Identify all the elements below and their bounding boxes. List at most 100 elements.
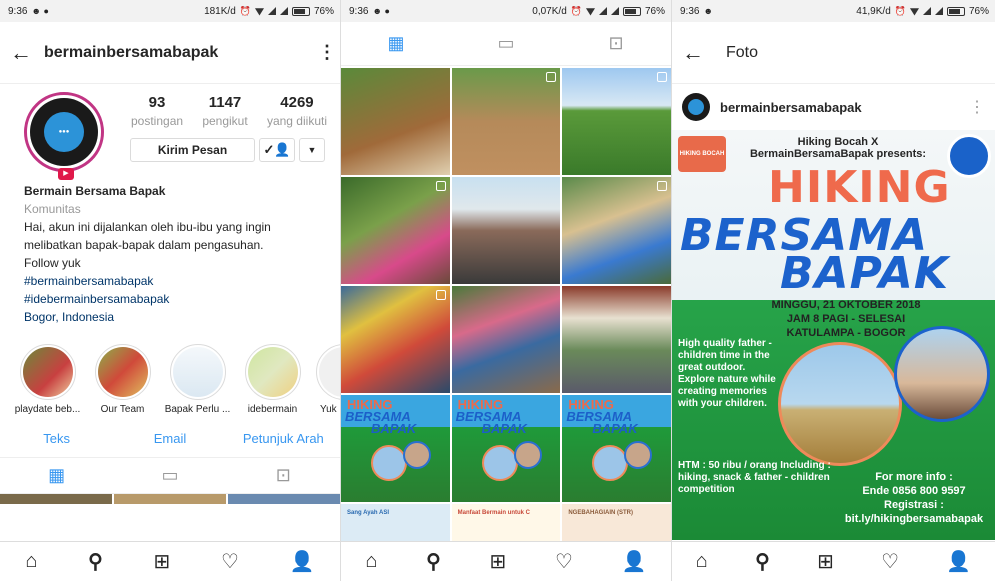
poster-info-title: For more info :	[875, 471, 953, 483]
battery-icon	[291, 6, 310, 16]
poster-price: HTM : 50 ribu / orang Including : hiking…	[678, 460, 831, 495]
post-thumbnail[interactable]: HIKING BERSAMA BAPAK	[451, 395, 561, 502]
highlight-item[interactable]: Bapak Perlu ...	[160, 344, 235, 420]
highlight-item[interactable]: idebermain	[235, 344, 310, 420]
stat-following-label: yang diikuti	[266, 114, 327, 128]
post-thumbnail[interactable]: Sang Ayah ASI	[341, 504, 450, 544]
feed-view-icon[interactable]: ▭	[451, 33, 561, 54]
status-bar: 9:36 ☻ ● 181K/d ⏰ 76%	[0, 0, 340, 22]
post-thumbnail[interactable]: HIKING BERSAMA BAPAK	[562, 395, 671, 502]
stat-posts-value: 93	[148, 94, 166, 111]
stat-following-value: 4269	[280, 94, 314, 111]
location-link[interactable]: Bogor, Indonesia	[24, 308, 316, 326]
poster-date-line: MINGGU, 21 OKTOBER 2018	[771, 299, 921, 311]
poster-photo	[624, 441, 653, 469]
profile-icon[interactable]: 👤	[622, 549, 647, 574]
email-link[interactable]: Email	[113, 431, 226, 446]
poster-text: BAPAK	[592, 421, 638, 436]
activity-heart-icon[interactable]: ♡	[221, 549, 239, 574]
more-options-icon[interactable]: ⋮	[969, 97, 985, 117]
post-thumbnail[interactable]	[562, 177, 671, 284]
profile-bio: Bermain Bersama Bapak Komunitas Hai, aku…	[0, 182, 340, 326]
grid-preview-strip	[0, 494, 340, 504]
grid-view-icon[interactable]: ▦	[0, 465, 113, 486]
post-thumbnail[interactable]	[451, 177, 561, 284]
post-thumbnail[interactable]	[341, 68, 450, 175]
battery-level: 76%	[313, 5, 334, 17]
home-icon[interactable]: ⌂	[365, 550, 377, 573]
add-post-icon[interactable]: ⊞	[490, 549, 507, 574]
wifi-icon	[909, 8, 919, 16]
tagged-icon[interactable]: ⊡	[227, 465, 340, 486]
poster-photo	[403, 441, 431, 469]
page-title: Foto	[726, 43, 759, 61]
poster-title-bapak: BAPAK	[780, 248, 949, 299]
highlight-label: Yuk	[320, 404, 337, 415]
bottom-nav: ⌂ ⚲ ⊞ ♡ 👤	[672, 541, 995, 581]
signal-icon	[267, 7, 276, 15]
post-username[interactable]: bermainbersamabapak	[720, 100, 969, 115]
post-thumbnail[interactable]	[562, 68, 671, 175]
more-options-icon[interactable]: ⋮	[318, 42, 336, 63]
profile-icon[interactable]: 👤	[946, 549, 971, 574]
activity-heart-icon[interactable]: ♡	[555, 549, 573, 574]
poster-text: BAPAK	[481, 421, 527, 436]
profile-screen: 9:36 ☻ ● 181K/d ⏰ 76% ← bermainbersamabapak…	[0, 0, 340, 581]
back-arrow-icon[interactable]: ←	[10, 40, 44, 66]
post-thumbnail[interactable]	[341, 177, 450, 284]
post-thumbnail[interactable]	[451, 286, 561, 393]
post-thumbnail[interactable]: Manfaat Bermain untuk C	[451, 504, 561, 544]
home-icon[interactable]: ⌂	[25, 550, 37, 573]
profile-tabs: ▦ ▭ ⊡	[341, 22, 671, 66]
battery-level: 76%	[968, 5, 989, 17]
stat-following[interactable]: 4269 yang diikuti	[267, 94, 327, 128]
battery-icon	[946, 6, 965, 16]
activity-heart-icon[interactable]: ♡	[881, 549, 899, 574]
stat-followers[interactable]: 1147 pengikut	[202, 94, 247, 128]
post-thumbnail[interactable]	[341, 286, 450, 393]
search-icon[interactable]: ⚲	[755, 549, 770, 574]
thumb-text: Sang Ayah ASI	[347, 510, 390, 516]
signal-icon	[279, 7, 288, 15]
profile-avatar[interactable]: ●●●	[24, 92, 104, 172]
poster-contact: For more info : Ende 0856 800 9597 Regis…	[834, 470, 994, 526]
post-thumbnail[interactable]	[562, 286, 671, 393]
tagged-icon[interactable]: ⊡	[561, 33, 671, 54]
hashtag-link[interactable]: #bermainbersamabapak	[24, 272, 316, 290]
post-header: ← Foto	[672, 22, 995, 84]
back-arrow-icon[interactable]: ←	[682, 40, 726, 66]
profile-icon[interactable]: 👤	[290, 549, 315, 574]
hashtag-link[interactable]: #idebermainbersamabapak	[24, 290, 316, 308]
stat-posts[interactable]: 93 postingan	[131, 94, 183, 128]
igtv-icon[interactable]: ▶	[58, 168, 74, 180]
grid-view-icon[interactable]: ▦	[341, 33, 451, 54]
bio-line: Hai, akun ini dijalankan oleh ibu-ibu ya…	[24, 220, 271, 234]
post-thumbnail[interactable]: NGEBAHAGIAIN (STR)	[562, 504, 671, 544]
highlight-item[interactable]: playdate beb...	[10, 344, 85, 420]
search-icon[interactable]: ⚲	[88, 549, 103, 574]
post-thumbnail[interactable]	[451, 68, 561, 175]
highlight-item[interactable]: Our Team	[85, 344, 160, 420]
directions-link[interactable]: Petunjuk Arah	[227, 431, 340, 446]
search-icon[interactable]: ⚲	[426, 549, 441, 574]
home-icon[interactable]: ⌂	[696, 550, 708, 573]
profile-name: Bermain Bersama Bapak	[24, 184, 166, 198]
add-post-icon[interactable]: ⊞	[817, 549, 834, 574]
battery-icon	[622, 6, 641, 16]
post-image[interactable]: HIKING BOCAH Hiking Bocah X BermainBersa…	[672, 130, 995, 540]
text-link[interactable]: Teks	[0, 431, 113, 446]
add-post-icon[interactable]: ⊞	[154, 549, 171, 574]
hiking-bocah-badge: HIKING BOCAH	[678, 136, 726, 172]
poster-reg-title: Registrasi :	[884, 499, 944, 511]
message-button[interactable]: Kirim Pesan	[130, 138, 255, 162]
dropdown-chevron-icon[interactable]: ▼	[299, 138, 325, 162]
post-thumbnail[interactable]: HIKING BERSAMA BAPAK	[341, 395, 450, 502]
feed-view-icon[interactable]: ▭	[113, 465, 226, 486]
avatar[interactable]	[682, 93, 710, 121]
multi-photo-icon	[435, 181, 446, 191]
stat-posts-label: postingan	[131, 114, 184, 128]
wifi-icon	[254, 8, 264, 16]
notification-icon: ☻	[703, 6, 713, 16]
highlight-item[interactable]: Yuk	[310, 344, 340, 420]
following-user-icon[interactable]: ✓👤	[259, 138, 295, 162]
